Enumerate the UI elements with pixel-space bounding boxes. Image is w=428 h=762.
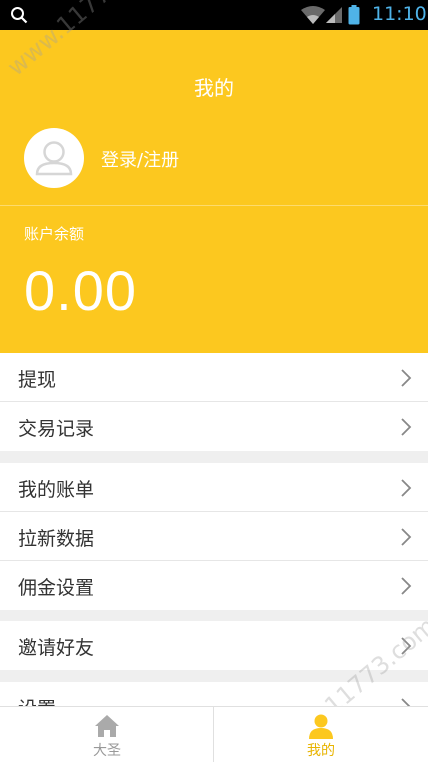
- tab-label: 我的: [307, 743, 335, 759]
- balance-value: 0.00: [24, 259, 137, 322]
- tab-home[interactable]: 大圣: [0, 707, 214, 762]
- avatar-placeholder-icon: [35, 141, 73, 176]
- menu-item-commission-settings[interactable]: 佣金设置: [0, 561, 428, 610]
- page-title: 我的: [194, 76, 234, 100]
- menu-item-label: 佣金设置: [18, 577, 95, 599]
- menu-group-data: 我的账单 拉新数据 佣金设置: [0, 463, 428, 610]
- person-icon: [309, 714, 333, 739]
- menu-group-wallet: 提现 交易记录: [0, 353, 428, 451]
- signal-icon: [326, 7, 342, 23]
- menu-item-label: 提现: [18, 369, 57, 391]
- chevron-right-icon: [401, 528, 412, 546]
- menu-item-label: 邀请好友: [18, 637, 95, 659]
- chevron-right-icon: [401, 418, 412, 436]
- chevron-right-icon: [401, 637, 412, 655]
- chevron-right-icon: [401, 577, 412, 595]
- tab-mine[interactable]: 我的: [214, 707, 428, 762]
- bottom-tab-bar: 大圣 我的: [0, 706, 428, 762]
- avatar[interactable]: [24, 128, 84, 188]
- status-bar: 11:10: [0, 0, 428, 30]
- status-time: 11:10: [372, 3, 427, 25]
- menu-item-label: 拉新数据: [18, 528, 95, 550]
- search-icon[interactable]: [10, 6, 28, 24]
- wifi-icon: [301, 6, 325, 24]
- battery-icon: [348, 5, 360, 25]
- menu-item-withdraw[interactable]: 提现: [0, 353, 428, 402]
- login-register-link[interactable]: 登录/注册: [101, 146, 179, 172]
- menu-item-invite-friends[interactable]: 邀请好友: [0, 621, 428, 670]
- menu-item-label: 我的账单: [18, 479, 95, 501]
- tab-label: 大圣: [93, 743, 121, 759]
- header-divider: [0, 205, 428, 206]
- chevron-right-icon: [401, 479, 412, 497]
- profile-header: 我的 登录/注册 账户余额 0.00: [0, 30, 428, 353]
- chevron-right-icon: [401, 369, 412, 387]
- menu-item-label: 交易记录: [18, 418, 95, 440]
- menu-item-new-user-data[interactable]: 拉新数据: [0, 512, 428, 561]
- home-icon: [95, 715, 119, 737]
- menu-item-transactions[interactable]: 交易记录: [0, 402, 428, 451]
- menu-item-my-bill[interactable]: 我的账单: [0, 463, 428, 512]
- balance-label: 账户余额: [24, 225, 85, 243]
- menu-group-invite: 邀请好友: [0, 621, 428, 670]
